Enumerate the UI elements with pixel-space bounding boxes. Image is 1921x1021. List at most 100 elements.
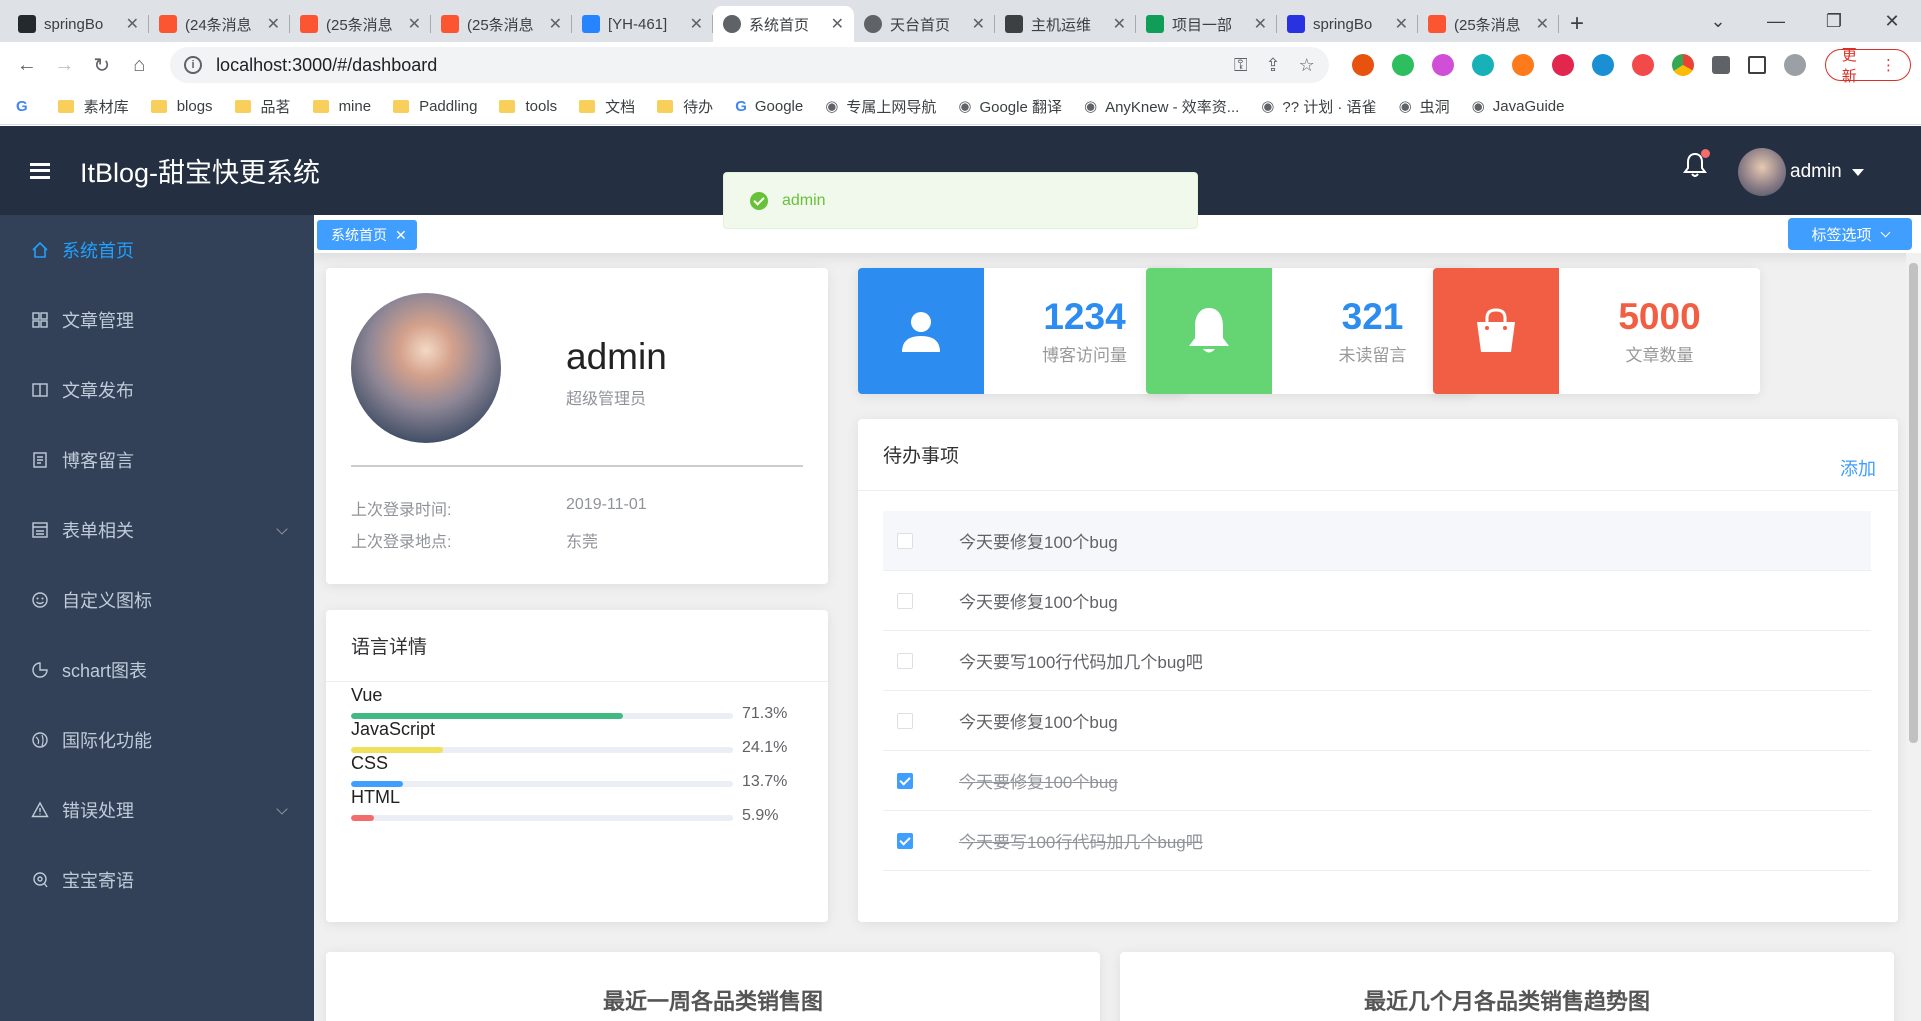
browser-tab[interactable]: 系统首页 ✕	[713, 6, 854, 42]
tab-search-icon[interactable]: ⌄	[1689, 11, 1747, 32]
sidebar-item[interactable]: schart图表	[0, 635, 314, 705]
tab-close-icon[interactable]: ✕	[1395, 14, 1408, 34]
tab-close-icon[interactable]: ✕	[549, 14, 562, 34]
profile-icon[interactable]	[1783, 54, 1806, 76]
scrollbar-thumb[interactable]	[1909, 263, 1918, 743]
bookmark-item[interactable]: blogs	[150, 98, 213, 115]
minimize-icon[interactable]: —	[1747, 11, 1805, 32]
browser-tab[interactable]: springBo ✕	[1277, 6, 1418, 42]
tab-close-icon[interactable]: ✕	[690, 14, 703, 34]
todo-checkbox[interactable]	[897, 712, 913, 729]
todo-checkbox[interactable]	[897, 652, 913, 669]
todo-list: 今天要修复100个bug 今天要修复100个bug 今天要写100行代码加几个bug…	[883, 511, 1871, 871]
notification-bell-icon[interactable]	[1683, 149, 1710, 178]
link-icon: ◉	[825, 98, 839, 115]
forward-icon[interactable]: →	[48, 48, 82, 82]
browser-tab[interactable]: (24条消息 ✕	[149, 6, 290, 42]
todo-checkbox[interactable]	[897, 832, 913, 849]
update-button[interactable]: 更新 ⋮	[1824, 47, 1911, 85]
tag-close-icon[interactable]: ✕	[395, 227, 407, 244]
todo-checkbox[interactable]	[897, 592, 913, 609]
todo-checkbox[interactable]	[897, 772, 913, 789]
browser-tab-title: springBo	[1313, 15, 1373, 33]
bookmark-item[interactable]: ◉ Google 翻译	[958, 96, 1062, 117]
sidebar-item[interactable]: 国际化功能	[0, 705, 314, 775]
evernote-icon[interactable]	[1391, 54, 1414, 76]
sidebar-item[interactable]: 文章发布	[0, 355, 314, 425]
browser-tab[interactable]: springBo ✕	[8, 6, 149, 42]
puzzle-icon[interactable]	[1711, 56, 1730, 74]
new-tab-icon[interactable]: +	[1559, 6, 1595, 42]
tab-close-icon[interactable]: ✕	[972, 14, 985, 34]
back-icon[interactable]: ←	[10, 48, 44, 82]
todo-checkbox[interactable]	[897, 532, 913, 549]
sidebar-item[interactable]: 自定义图标	[0, 565, 314, 635]
extension-icon[interactable]	[1351, 54, 1374, 76]
home-browser-icon[interactable]: ⌂	[123, 48, 157, 82]
tab-close-icon[interactable]: ✕	[1536, 14, 1549, 34]
tab-close-icon[interactable]: ✕	[267, 14, 280, 34]
browser-tab[interactable]: (25条消息 ✕	[290, 6, 431, 42]
user-dropdown[interactable]: admin	[1738, 148, 1864, 196]
chrome-icon[interactable]	[1671, 54, 1694, 76]
smile-icon	[30, 590, 50, 610]
bookmark-star-icon[interactable]: ☆	[1299, 55, 1315, 76]
bookmark-item[interactable]: 文档	[579, 96, 635, 117]
globe-icon	[723, 15, 741, 33]
browser-tab[interactable]: 天台首页 ✕	[854, 6, 995, 42]
collapse-menu-icon[interactable]	[30, 162, 50, 179]
adblock-icon[interactable]	[1551, 54, 1574, 76]
share-icon[interactable]: ⇪	[1266, 55, 1281, 76]
tab-close-icon[interactable]: ✕	[408, 14, 421, 34]
bookmark-item[interactable]: ◉ ?? 计划 · 语雀	[1261, 96, 1376, 117]
sidebar-item[interactable]: 博客留言	[0, 425, 314, 495]
site-info-icon[interactable]: i	[184, 56, 203, 74]
extension-icon[interactable]	[1471, 54, 1494, 76]
sidebar-item[interactable]: 文章管理	[0, 285, 314, 355]
extension-icon[interactable]	[1591, 54, 1614, 76]
key-icon[interactable]: ⚿	[1234, 55, 1248, 76]
tab-close-icon[interactable]: ✕	[1254, 14, 1267, 34]
browser-tab[interactable]: 项目一部 ✕	[1136, 6, 1277, 42]
sidebar-item[interactable]: 表单相关	[0, 495, 314, 565]
tag-options-button[interactable]: 标签选项	[1788, 218, 1912, 250]
bookmark-item[interactable]: G Google	[735, 98, 803, 115]
tab-close-icon[interactable]: ✕	[1113, 14, 1126, 34]
todo-add-link[interactable]: 添加	[1840, 455, 1876, 481]
bookmark-item[interactable]: ◉ JavaGuide	[1472, 97, 1565, 116]
tab-close-icon[interactable]: ✕	[831, 14, 844, 34]
bookmark-item[interactable]: 待办	[657, 96, 713, 117]
bookmark-item[interactable]: ◉ AnyKnew - 效率资...	[1084, 96, 1239, 117]
tag-dashboard[interactable]: 系统首页 ✕	[317, 220, 417, 250]
browser-tab[interactable]: 主机运维 ✕	[995, 6, 1136, 42]
close-window-icon[interactable]: ✕	[1863, 11, 1921, 32]
sidebar-item[interactable]: 系统首页	[0, 215, 314, 285]
sidebar-item[interactable]: 错误处理	[0, 775, 314, 845]
extension-icon[interactable]	[1431, 54, 1454, 76]
home-icon	[30, 240, 50, 260]
url-input[interactable]: i localhost:3000/#/dashboard ⚿ ⇪ ☆	[170, 47, 1329, 83]
sidebar-item[interactable]: 宝宝寄语	[0, 845, 314, 915]
browser-tab[interactable]: (25条消息 ✕	[431, 6, 572, 42]
sidebar-item-label: 文章发布	[62, 381, 134, 401]
tab-close-icon[interactable]: ✕	[126, 14, 139, 34]
bookmark-item[interactable]: 品茗	[234, 96, 291, 117]
bookmark-item[interactable]: mine	[312, 98, 371, 115]
stat-value: 5000	[1618, 296, 1701, 337]
restore-icon[interactable]: ❐	[1805, 11, 1863, 32]
bookmark-item[interactable]: ◉ 虫洞	[1399, 96, 1450, 117]
extension-icon[interactable]	[1511, 54, 1534, 76]
scrollbar[interactable]	[1906, 253, 1921, 1021]
extension-icon[interactable]	[1631, 54, 1654, 76]
bookmark-label: 待办	[683, 98, 714, 116]
bookmark-item[interactable]: G	[16, 98, 36, 115]
bookmark-item[interactable]: 素材库	[57, 96, 129, 117]
user-info-card: admin 超级管理员 上次登录时间: 2019-11-01 上次登录地点: 东…	[326, 268, 828, 584]
bookmark-item[interactable]: tools	[499, 98, 557, 115]
browser-tab[interactable]: (25条消息 ✕	[1418, 6, 1559, 42]
bookmark-item[interactable]: Paddling	[393, 98, 477, 115]
sidepanel-icon[interactable]	[1747, 56, 1766, 74]
bookmark-item[interactable]: ◉ 专属上网导航	[825, 96, 936, 117]
reload-icon[interactable]: ↻	[85, 48, 119, 82]
browser-tab[interactable]: [YH-461] ✕	[572, 6, 713, 42]
